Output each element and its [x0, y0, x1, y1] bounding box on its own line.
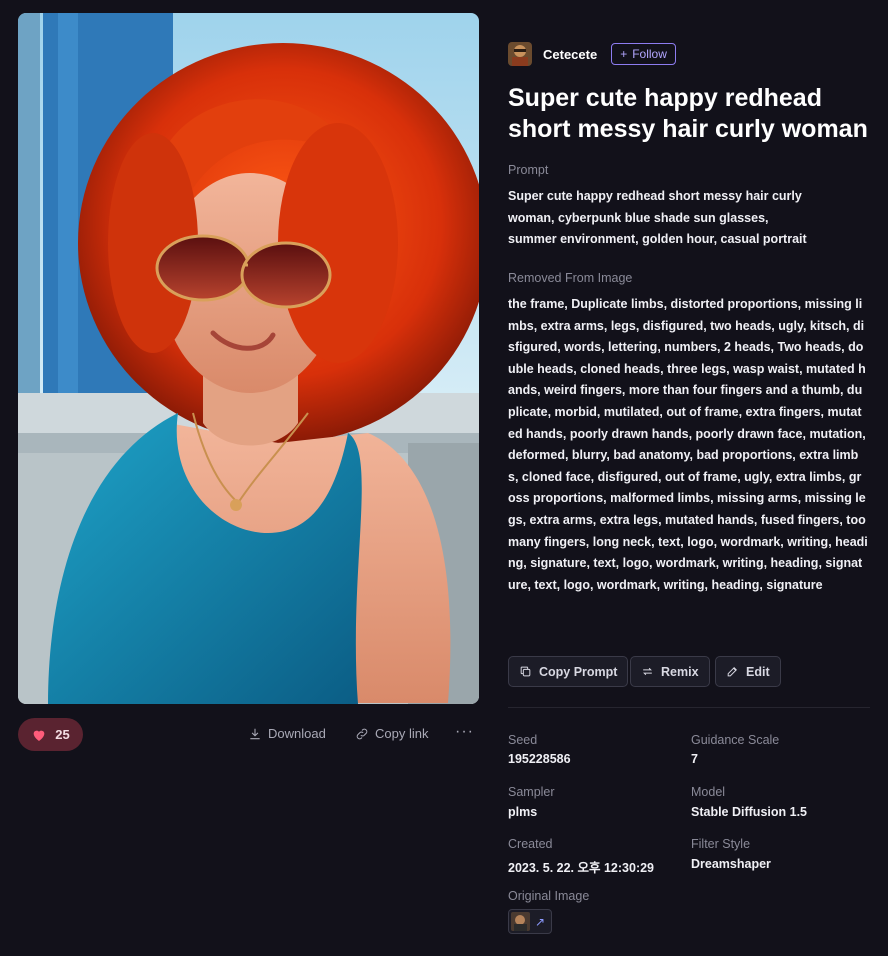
model-label: Model — [691, 785, 726, 799]
like-count: 25 — [55, 727, 70, 742]
guidance-scale-label: Guidance Scale — [691, 733, 780, 747]
removed-label: Removed From Image — [508, 271, 633, 285]
guidance-scale-value: 7 — [691, 752, 698, 766]
sampler-value: plms — [508, 805, 538, 819]
prompt-label: Prompt — [508, 163, 549, 177]
created-label: Created — [508, 837, 553, 851]
copy-link-button[interactable]: Copy link — [355, 726, 428, 741]
follow-label: Follow — [632, 47, 667, 61]
removed-text: the frame, Duplicate limbs, distorted pr… — [508, 297, 868, 592]
seed-value: 195228586 — [508, 752, 571, 766]
original-image-link[interactable]: ↗ — [508, 909, 552, 934]
download-icon — [250, 728, 260, 739]
author-name[interactable]: Cetecete — [543, 47, 597, 62]
more-options-button[interactable]: ··· — [455, 723, 474, 741]
copy-link-label: Copy link — [375, 726, 429, 741]
original-image-thumbnail — [511, 912, 530, 931]
download-label: Download — [268, 726, 326, 741]
like-button[interactable]: 25 — [18, 718, 83, 751]
edit-icon — [727, 667, 737, 677]
created-value: 2023. 5. 22. 오후 12:30:29 — [508, 861, 655, 875]
copy-icon — [520, 666, 531, 677]
copy-prompt-button[interactable]: Copy Prompt — [508, 656, 629, 687]
external-arrow-icon: ↗ — [535, 914, 546, 929]
seed-label: Seed — [508, 733, 538, 747]
user-avatar[interactable] — [508, 42, 532, 66]
generated-image[interactable] — [18, 13, 479, 704]
sampler-label: Sampler — [508, 785, 555, 799]
model-value: Stable Diffusion 1.5 — [691, 805, 807, 819]
link-icon — [356, 728, 368, 739]
plus-icon: + — [620, 47, 628, 61]
copy-prompt-label: Copy Prompt — [539, 664, 618, 679]
remix-label: Remix — [661, 664, 699, 679]
download-button[interactable]: Download — [248, 726, 326, 741]
divider — [508, 707, 870, 708]
remix-icon — [643, 667, 652, 676]
page-title: Super cute happy redhead short messy hai… — [508, 84, 868, 143]
edit-button[interactable]: Edit — [715, 656, 781, 687]
heart-icon — [33, 730, 45, 741]
more-icon: ··· — [455, 723, 474, 740]
original-image-label: Original Image — [508, 889, 590, 903]
author-row: Cetecete + Follow — [508, 42, 676, 66]
edit-label: Edit — [746, 664, 770, 679]
filter-style-value: Dreamshaper — [691, 857, 771, 871]
follow-button[interactable]: + Follow — [611, 43, 676, 65]
remix-button[interactable]: Remix — [630, 656, 710, 687]
prompt-text: Super cute happy redhead short messy hai… — [508, 189, 807, 246]
filter-style-label: Filter Style — [691, 837, 751, 851]
